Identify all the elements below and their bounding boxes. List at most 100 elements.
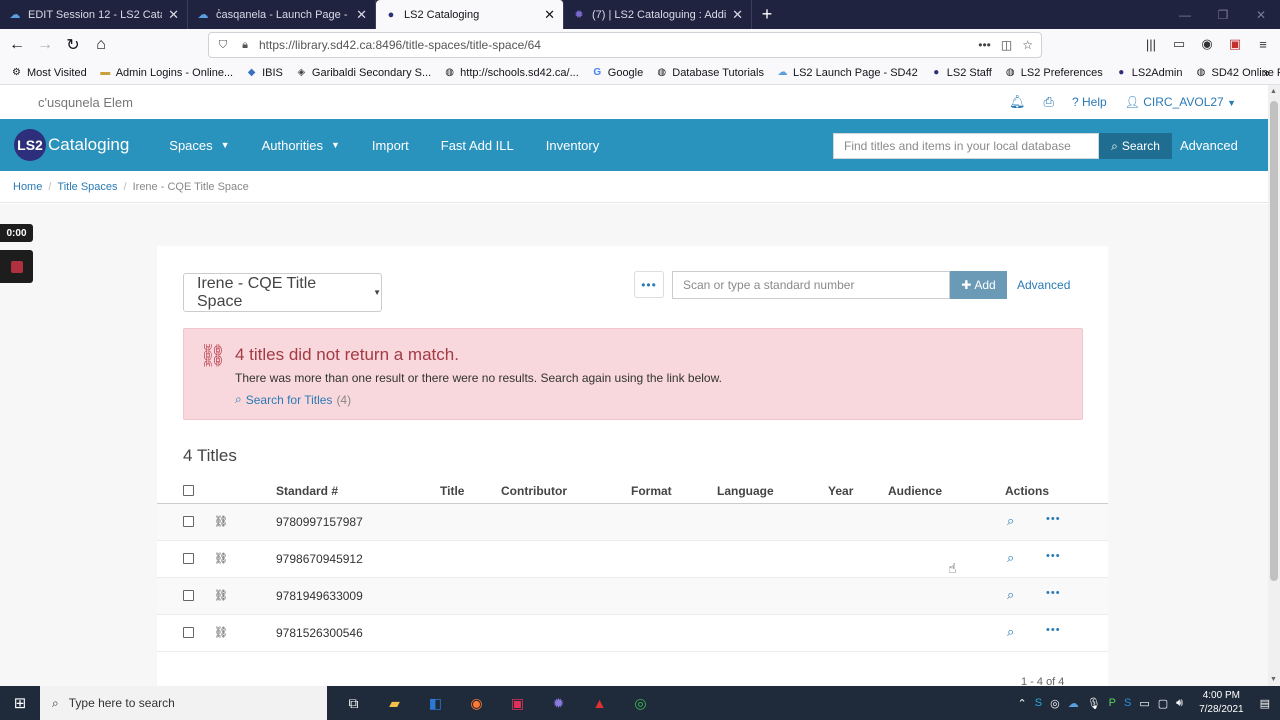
row-checkbox[interactable] xyxy=(183,590,194,601)
library-icon[interactable]: ||| xyxy=(1142,34,1160,54)
add-button[interactable]: ✚ Add xyxy=(950,271,1007,299)
more-actions-icon[interactable]: ••• xyxy=(1046,587,1061,599)
nav-import[interactable]: Import xyxy=(356,138,425,153)
sidebar-icon[interactable]: ▭ xyxy=(1170,34,1188,54)
advanced-add-link[interactable]: Advanced xyxy=(1017,278,1070,292)
bookmark-item[interactable]: ◍ http://schools.sd42.ca/... xyxy=(443,66,579,79)
home-icon[interactable]: ⌂ xyxy=(87,31,115,59)
row-checkbox[interactable] xyxy=(183,627,194,638)
maximize-icon[interactable]: ❐ xyxy=(1204,0,1242,29)
taskbar-clock[interactable]: 4:00 PM 7/28/2021 xyxy=(1199,689,1244,717)
outlook-icon[interactable]: ◧ xyxy=(415,686,456,720)
record-stop-button[interactable] xyxy=(0,250,33,283)
more-actions-icon[interactable]: ••• xyxy=(1046,513,1061,525)
pocket-icon[interactable]: ◫ xyxy=(1001,38,1012,52)
url-bar[interactable]: ⛉ 🔒︎ https://library.sd42.ca:8496/title-… xyxy=(208,32,1042,58)
s-app-icon[interactable]: S xyxy=(1124,697,1131,709)
search-icon[interactable]: ⌕ xyxy=(1007,624,1014,640)
windows-start-icon[interactable]: ⊞ xyxy=(0,686,40,720)
browser-tab-active[interactable]: ● LS2 Cataloging ✕ xyxy=(376,0,564,29)
close-icon[interactable]: ✕ xyxy=(356,7,367,23)
back-icon[interactable]: ← xyxy=(3,31,31,59)
bookmark-item[interactable]: ◍ LS2 Preferences xyxy=(1004,66,1103,79)
browser-tab[interactable]: ☁ EDIT Session 12 - LS2 Catalogu ✕ xyxy=(0,0,188,29)
chrome-tray-icon[interactable]: ◎ xyxy=(1050,697,1060,710)
storage-icon[interactable]: ▭ xyxy=(1139,697,1149,710)
close-icon[interactable]: ✕ xyxy=(168,7,179,23)
user-menu[interactable]: 👤︎ CIRC_AVOL27 ▼ xyxy=(1125,95,1236,109)
printer-icon[interactable]: ⎙ xyxy=(1044,94,1054,110)
menu-icon[interactable]: ≡ xyxy=(1254,34,1272,54)
bookmark-item[interactable]: ● LS2 Staff xyxy=(930,66,992,79)
global-search-input[interactable]: Find titles and items in your local data… xyxy=(833,133,1099,159)
more-options-button[interactable]: ••• xyxy=(634,271,664,298)
chevron-right-icon[interactable]: » xyxy=(1263,65,1270,80)
browser-tab[interactable]: ☁ c̓asqanela - Launch Page - Lib ✕ xyxy=(188,0,376,29)
close-window-icon[interactable]: ✕ xyxy=(1242,0,1280,29)
title-space-select[interactable]: Irene - CQE Title Space ▼ xyxy=(183,273,382,312)
col-language[interactable]: Language xyxy=(717,484,774,498)
col-standard[interactable]: Standard # xyxy=(276,484,338,498)
new-tab-button[interactable]: + xyxy=(752,0,782,29)
bookmark-item[interactable]: ⚙ Most Visited xyxy=(10,66,87,79)
bookmark-item[interactable]: ◆ IBIS xyxy=(245,66,283,79)
skype-icon[interactable]: S xyxy=(1035,697,1042,709)
breadcrumb-home[interactable]: Home xyxy=(13,181,42,193)
microphone-icon[interactable]: 🎙︎ xyxy=(1087,697,1101,710)
more-actions-icon[interactable]: ••• xyxy=(1046,550,1061,562)
minimize-icon[interactable]: — xyxy=(1166,0,1204,29)
nav-inventory[interactable]: Inventory xyxy=(530,138,615,153)
more-actions-icon[interactable]: ••• xyxy=(1046,624,1061,636)
bookmark-star-icon[interactable]: ☆ xyxy=(1022,38,1033,52)
reload-icon[interactable]: ↻ xyxy=(59,31,87,59)
standard-number-input[interactable]: Scan or type a standard number xyxy=(672,271,950,299)
breadcrumb-title-spaces[interactable]: Title Spaces xyxy=(57,181,117,193)
app-logo[interactable]: LS2 Cataloging xyxy=(14,129,129,161)
acrobat-icon[interactable]: ▲ xyxy=(579,686,620,720)
nav-fast-add-ill[interactable]: Fast Add ILL xyxy=(425,138,530,153)
volume-icon[interactable]: 🔊︎ xyxy=(1176,697,1183,710)
bookmark-item[interactable]: ◈ Garibaldi Secondary S... xyxy=(295,66,432,79)
close-icon[interactable]: ✕ xyxy=(544,7,555,23)
taskbar-search[interactable]: ⌕ Type here to search xyxy=(40,686,327,720)
pdf-extension-icon[interactable]: ▣ xyxy=(1226,34,1244,54)
vertical-scrollbar[interactable]: ▲ ▼ xyxy=(1268,85,1280,686)
advanced-search-link[interactable]: Advanced xyxy=(1180,138,1238,153)
indesign-icon[interactable]: ▣ xyxy=(497,686,538,720)
notifications-icon[interactable]: ▤ xyxy=(1260,697,1270,710)
task-view-icon[interactable]: ⧉ xyxy=(333,686,374,720)
select-all-checkbox[interactable] xyxy=(183,485,194,496)
account-icon[interactable]: ◉ xyxy=(1198,34,1216,54)
bookmark-item[interactable]: ● LS2Admin xyxy=(1115,66,1182,79)
search-for-titles-link[interactable]: ⌕ Search for Titles (4) xyxy=(235,392,351,407)
network-icon[interactable]: ▢ xyxy=(1158,697,1168,710)
firefox-icon[interactable]: ◉ xyxy=(456,686,497,720)
browser-tab[interactable]: ✹ (7) | LS2 Cataloguing : Adding ✕ xyxy=(564,0,752,29)
col-title[interactable]: Title xyxy=(440,484,464,498)
col-contributor[interactable]: Contributor xyxy=(501,484,567,498)
bookmark-item[interactable]: G Google xyxy=(591,66,643,79)
col-year[interactable]: Year xyxy=(828,484,853,498)
bookmark-item[interactable]: ▬ Admin Logins - Online... xyxy=(99,66,233,79)
bookmark-item[interactable]: ◍ Database Tutorials xyxy=(655,66,764,79)
onedrive-icon[interactable]: ☁ xyxy=(1068,697,1079,710)
forward-icon[interactable]: → xyxy=(31,31,59,59)
scroll-down-icon[interactable]: ▼ xyxy=(1270,676,1277,683)
chevron-up-icon[interactable]: ⌃ xyxy=(1018,697,1027,710)
col-format[interactable]: Format xyxy=(631,484,672,498)
row-checkbox[interactable] xyxy=(183,516,194,527)
row-checkbox[interactable] xyxy=(183,553,194,564)
page-actions-icon[interactable]: ••• xyxy=(978,38,991,52)
search-icon[interactable]: ⌕ xyxy=(1007,587,1014,603)
close-icon[interactable]: ✕ xyxy=(732,7,743,23)
bookmark-item[interactable]: ☁ LS2 Launch Page - SD42 xyxy=(776,66,917,79)
search-icon[interactable]: ⌕ xyxy=(1007,550,1014,566)
nav-authorities[interactable]: Authorities ▼ xyxy=(246,138,356,153)
file-explorer-icon[interactable]: ▰ xyxy=(374,686,415,720)
chrome-icon[interactable]: ◎ xyxy=(620,686,661,720)
nav-spaces[interactable]: Spaces ▼ xyxy=(153,138,245,153)
bell-icon[interactable]: 🔔︎ xyxy=(1009,94,1026,110)
scroll-up-icon[interactable]: ▲ xyxy=(1270,88,1277,95)
search-button[interactable]: ⌕ Search xyxy=(1099,133,1172,159)
gear-app-icon[interactable]: ✹ xyxy=(538,686,579,720)
